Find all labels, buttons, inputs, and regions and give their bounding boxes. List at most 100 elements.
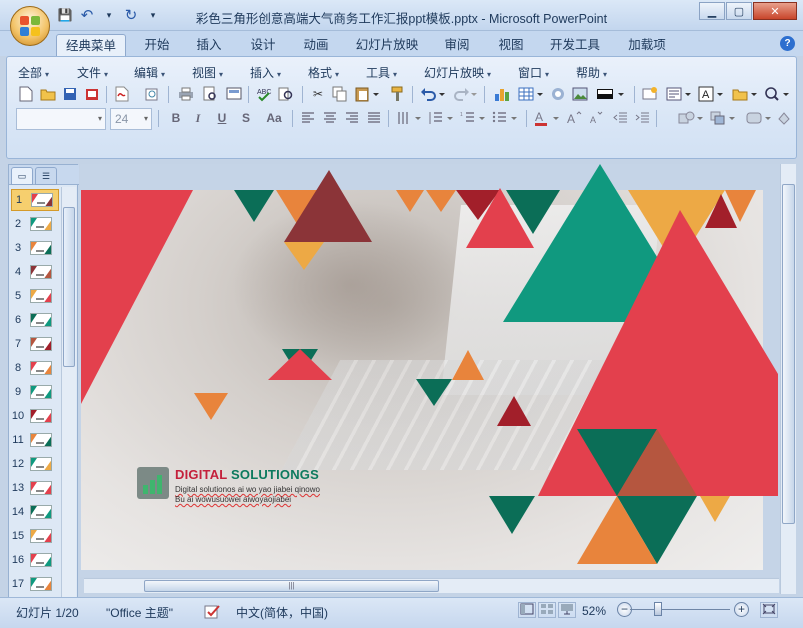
slide-thumbnail[interactable]: 15 — [11, 525, 59, 547]
new-slide-icon[interactable] — [640, 84, 660, 104]
align-left-icon[interactable] — [298, 108, 318, 128]
justify-icon[interactable] — [364, 108, 384, 128]
maximize-button[interactable]: ▢ — [726, 2, 752, 20]
new-document-icon[interactable] — [16, 84, 36, 104]
fit-to-window-icon[interactable] — [760, 602, 778, 618]
tab-animation[interactable]: 动画 — [295, 34, 337, 56]
slide-subtitle-line-2[interactable]: Bu ai wowusuowei aiwoyaojiabei — [175, 495, 291, 504]
pdf-export-icon[interactable] — [112, 84, 132, 104]
tab-slideshow[interactable]: 幻灯片放映 — [350, 34, 424, 56]
shrink-font-icon[interactable]: A — [586, 108, 606, 128]
dark-teal-triangle[interactable] — [416, 379, 452, 406]
slides-tab-icon[interactable]: ▭ — [11, 167, 33, 185]
dark-red-triangle[interactable] — [497, 396, 531, 426]
orange-triangle[interactable] — [396, 190, 424, 212]
spell-check-status-icon[interactable] — [204, 604, 222, 623]
zoom-in-button[interactable]: + — [734, 602, 749, 617]
slide-thumbnail[interactable]: 2 — [11, 213, 59, 235]
menu-window[interactable]: 窗口 ▾ — [518, 64, 549, 81]
menu-tools[interactable]: 工具 ▾ — [366, 64, 397, 81]
line-spacing-icon[interactable] — [426, 108, 456, 128]
vertical-scrollbar[interactable] — [780, 164, 796, 594]
slide-subtitle-line-1[interactable]: Digital solutionos ai wo yao jiabei qino… — [175, 485, 320, 494]
menu-insert[interactable]: 插入 ▾ — [250, 64, 281, 81]
open-folder-dropdown-icon[interactable] — [730, 84, 760, 104]
tab-home[interactable]: 开始 — [136, 34, 178, 56]
undo-icon[interactable] — [418, 84, 448, 104]
permission-icon[interactable] — [82, 84, 102, 104]
slide-thumbnail[interactable]: 13 — [11, 477, 59, 499]
slide-thumbnail[interactable]: 10 — [11, 405, 59, 427]
orange-triangle[interactable] — [452, 350, 484, 380]
yellow-triangle[interactable] — [284, 242, 324, 270]
menu-file[interactable]: 文件 ▾ — [77, 64, 108, 81]
slide-thumbnail[interactable]: 9 — [11, 381, 59, 403]
align-right-icon[interactable] — [342, 108, 362, 128]
attach-file-icon[interactable] — [142, 84, 162, 104]
thumbnail-scrollbar[interactable] — [61, 187, 76, 599]
slide-thumbnail[interactable]: 5 — [11, 285, 59, 307]
scrollbar-thumb[interactable] — [63, 207, 75, 367]
orange-triangle[interactable] — [194, 393, 228, 420]
scrollbar-thumb[interactable]: ||| — [144, 580, 439, 592]
slide-sorter-icon[interactable] — [538, 602, 556, 618]
save-icon[interactable] — [60, 84, 80, 104]
minimize-button[interactable]: ▁ — [699, 2, 725, 20]
insert-smartart-icon[interactable] — [548, 84, 568, 104]
slide-brand-title[interactable]: DIGITAL SOLUTIONGS — [175, 467, 319, 482]
increase-indent-icon[interactable] — [632, 108, 652, 128]
find-icon[interactable] — [762, 84, 792, 104]
change-case-button[interactable]: Aa — [260, 108, 288, 128]
spelling-check-icon[interactable]: ABC — [254, 84, 274, 104]
decrease-indent-icon[interactable] — [610, 108, 630, 128]
shapes-icon[interactable] — [676, 108, 706, 128]
slide-layout-icon[interactable] — [224, 84, 244, 104]
red-triangle[interactable] — [268, 349, 332, 380]
outline-tab-icon[interactable]: ☰ — [35, 167, 57, 185]
text-box-icon[interactable]: A — [696, 84, 726, 104]
layout-dropdown-icon[interactable] — [664, 84, 694, 104]
horizontal-scrollbar[interactable]: ||| — [84, 578, 779, 593]
slide-thumbnail[interactable]: 16 — [11, 549, 59, 571]
help-icon[interactable]: ? — [780, 36, 795, 51]
insert-picture-icon[interactable] — [570, 84, 590, 104]
paste-icon[interactable] — [352, 84, 382, 104]
normal-view-icon[interactable] — [518, 602, 536, 618]
zoom-level[interactable]: 52% — [582, 604, 606, 618]
copy-icon[interactable] — [330, 84, 350, 104]
redo-icon[interactable] — [450, 84, 480, 104]
shadow-button[interactable]: S — [236, 108, 256, 128]
print-preview-icon[interactable] — [200, 84, 220, 104]
slide-thumbnail[interactable]: 12 — [11, 453, 59, 475]
insert-table-icon[interactable] — [516, 84, 546, 104]
slide-thumbnail[interactable]: 4 — [11, 261, 59, 283]
numbering-icon[interactable]: 1 — [458, 108, 488, 128]
font-size-combo[interactable]: 24 ▾ — [110, 108, 152, 130]
tab-insert[interactable]: 插入 — [188, 34, 230, 56]
slide-thumbnail[interactable]: 17 — [11, 573, 59, 595]
print-icon[interactable] — [176, 84, 196, 104]
bullets-icon[interactable] — [490, 108, 520, 128]
font-color-icon[interactable]: A — [532, 108, 562, 128]
menu-help[interactable]: 帮助 ▾ — [576, 64, 607, 81]
menu-slideshow[interactable]: 幻灯片放映 ▾ — [424, 64, 491, 81]
slide-thumbnail[interactable]: 7 — [11, 333, 59, 355]
cut-icon[interactable]: ✂ — [308, 84, 328, 104]
slide-thumbnail[interactable]: 1 — [11, 189, 59, 211]
language-indicator[interactable]: 中文(简体，中国) — [236, 604, 328, 621]
insert-chart-icon[interactable] — [492, 84, 512, 104]
menu-format[interactable]: 格式 ▾ — [308, 64, 339, 81]
grow-font-icon[interactable]: A — [564, 108, 584, 128]
office-button[interactable] — [10, 6, 50, 46]
shape-fill-icon[interactable] — [774, 108, 794, 128]
italic-button[interactable]: I — [188, 108, 208, 128]
tab-classic-menu[interactable]: 经典菜单 — [56, 34, 126, 56]
tab-view[interactable]: 视图 — [490, 34, 532, 56]
tab-design[interactable]: 设计 — [242, 34, 284, 56]
close-button[interactable]: ✕ — [753, 2, 797, 20]
slideshow-view-icon[interactable] — [558, 602, 576, 618]
research-icon[interactable] — [276, 84, 296, 104]
scrollbar-thumb[interactable] — [782, 184, 795, 524]
slide-thumbnail[interactable]: 11 — [11, 429, 59, 451]
tab-developer[interactable]: 开发工具 — [544, 34, 606, 56]
